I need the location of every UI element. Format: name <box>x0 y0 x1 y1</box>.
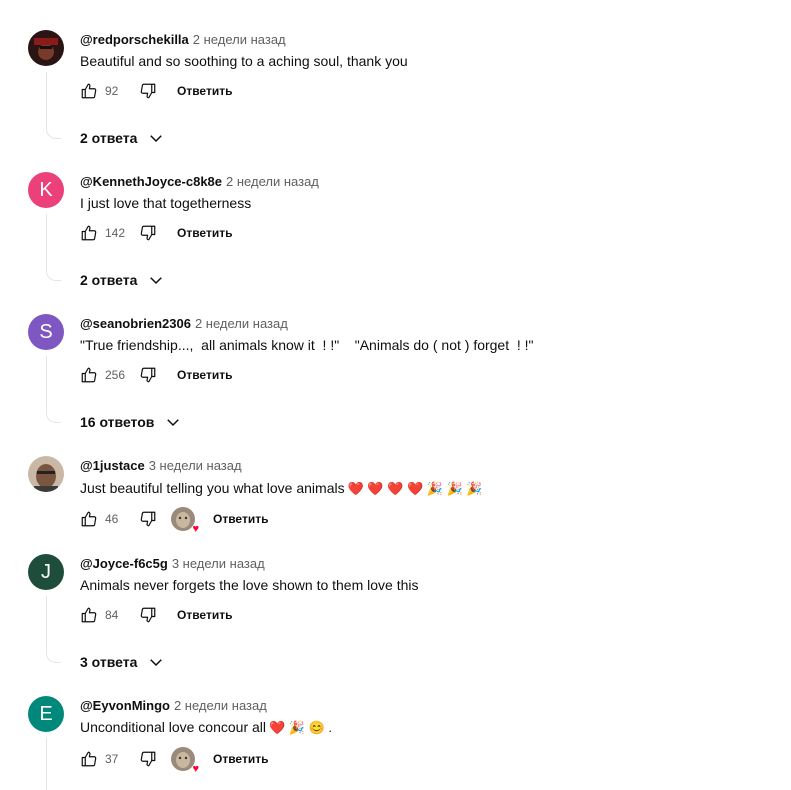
author-name[interactable]: @EyvonMingo <box>80 698 170 713</box>
comment-header: @Joyce-f6c5g 3 недели назад <box>80 556 265 571</box>
comment-header: @KennethJoyce-c8k8e 2 недели назад <box>80 174 319 189</box>
creator-heart-badge: ♥ <box>171 747 199 775</box>
creator-heart-badge: ♥ <box>171 507 199 535</box>
comment-text: Animals never forgets the love shown to … <box>80 577 419 593</box>
like-icon[interactable] <box>78 364 100 386</box>
timestamp[interactable]: 3 недели назад <box>149 458 242 473</box>
chevron-down-icon <box>147 653 165 671</box>
author-name[interactable]: @1justace <box>80 458 145 473</box>
comment-actions: 37 ♥ Ответить <box>78 747 268 775</box>
like-count: 84 <box>105 608 119 622</box>
comment-header: @EyvonMingo 2 недели назад <box>80 698 267 713</box>
author-name[interactable]: @redporschekilla <box>80 32 189 47</box>
comment-text-body: Just beautiful telling you what love ani… <box>80 480 345 496</box>
dislike-icon[interactable] <box>137 508 159 530</box>
chevron-down-icon <box>147 271 165 289</box>
creator-avatar <box>171 747 195 771</box>
comment-actions: 142 Ответить <box>78 221 232 245</box>
like-count: 46 <box>105 512 119 526</box>
like-icon[interactable] <box>78 222 100 244</box>
replies-count: 16 ответов <box>80 414 155 430</box>
show-replies-button[interactable]: 2 ответа <box>80 271 165 289</box>
reply-button[interactable]: Ответить <box>177 608 232 622</box>
timestamp[interactable]: 2 недели назад <box>174 698 267 713</box>
timestamp[interactable]: 2 недели назад <box>226 174 319 189</box>
like-count: 256 <box>105 368 126 382</box>
show-replies-button[interactable]: 16 ответов <box>80 413 182 431</box>
replies-count: 3 ответа <box>80 654 138 670</box>
like-icon[interactable] <box>78 80 100 102</box>
dislike-icon[interactable] <box>137 222 159 244</box>
dislike-icon[interactable] <box>137 604 159 626</box>
thread-line <box>46 72 61 139</box>
show-replies-button[interactable]: 2 ответа <box>80 129 165 147</box>
reply-button[interactable]: Ответить <box>177 84 232 98</box>
reply-button[interactable]: Ответить <box>177 368 232 382</box>
comment-header: @redporschekilla 2 недели назад <box>80 32 286 47</box>
like-icon[interactable] <box>78 508 100 530</box>
comment-header: @seanobrien2306 2 недели назад <box>80 316 288 331</box>
reply-button[interactable]: Ответить <box>213 752 268 766</box>
comment-text: Beautiful and so soothing to a aching so… <box>80 53 408 69</box>
timestamp[interactable]: 2 недели назад <box>193 32 286 47</box>
like-count: 142 <box>105 226 126 240</box>
reply-button[interactable]: Ответить <box>177 226 232 240</box>
like-icon[interactable] <box>78 604 100 626</box>
comment-actions: 84 Ответить <box>78 603 232 627</box>
comment-text: Just beautiful telling you what love ani… <box>80 480 483 497</box>
dislike-icon[interactable] <box>137 364 159 386</box>
avatar-letter: S <box>39 320 53 343</box>
heart-icon: ♥ <box>192 763 199 775</box>
comment-text: "True friendship..., all animals know it… <box>80 337 534 353</box>
like-count: 37 <box>105 752 119 766</box>
thread-line <box>46 596 61 663</box>
like-count: 92 <box>105 84 119 98</box>
avatar[interactable]: J <box>28 554 64 590</box>
avatar[interactable]: S <box>28 314 64 350</box>
comment-actions: 256 Ответить <box>78 363 232 387</box>
reply-button[interactable]: Ответить <box>213 512 268 526</box>
author-name[interactable]: @seanobrien2306 <box>80 316 191 331</box>
replies-count: 2 ответа <box>80 130 138 146</box>
comment-text-body: Unconditional love concour all <box>80 719 266 735</box>
thread-line <box>46 356 61 423</box>
chevron-down-icon <box>164 413 182 431</box>
avatar-letter: K <box>39 178 53 201</box>
emoji-row: ❤️ 🎉 😊 . <box>269 720 333 735</box>
timestamp[interactable]: 2 недели назад <box>195 316 288 331</box>
comment-actions: 46 ♥ Ответить <box>78 507 268 535</box>
chevron-down-icon <box>147 129 165 147</box>
timestamp[interactable]: 3 недели назад <box>172 556 265 571</box>
comment-text: Unconditional love concour all ❤️ 🎉 😊 . <box>80 719 332 736</box>
show-replies-button[interactable]: 3 ответа <box>80 653 165 671</box>
comment-header: @1justace 3 недели назад <box>80 458 242 473</box>
heart-icon: ♥ <box>192 523 199 535</box>
dislike-icon[interactable] <box>137 748 159 770</box>
replies-count: 2 ответа <box>80 272 138 288</box>
comment-text: I just love that togetherness <box>80 195 252 211</box>
creator-avatar <box>171 507 195 531</box>
dislike-icon[interactable] <box>137 80 159 102</box>
thread-line <box>46 214 61 281</box>
avatar[interactable]: K <box>28 172 64 208</box>
avatar[interactable]: E <box>28 696 64 732</box>
avatar-letter: J <box>41 560 51 583</box>
emoji-row: ❤️ ❤️ ❤️ ❤️ 🎉 🎉 🎉 <box>347 481 483 496</box>
author-name[interactable]: @KennethJoyce-c8k8e <box>80 174 222 189</box>
avatar[interactable] <box>28 456 64 492</box>
comment-actions: 92 Ответить <box>78 79 232 103</box>
like-icon[interactable] <box>78 748 100 770</box>
thread-line <box>46 738 61 790</box>
author-name[interactable]: @Joyce-f6c5g <box>80 556 168 571</box>
avatar-letter: E <box>39 702 53 725</box>
avatar[interactable] <box>28 30 64 66</box>
